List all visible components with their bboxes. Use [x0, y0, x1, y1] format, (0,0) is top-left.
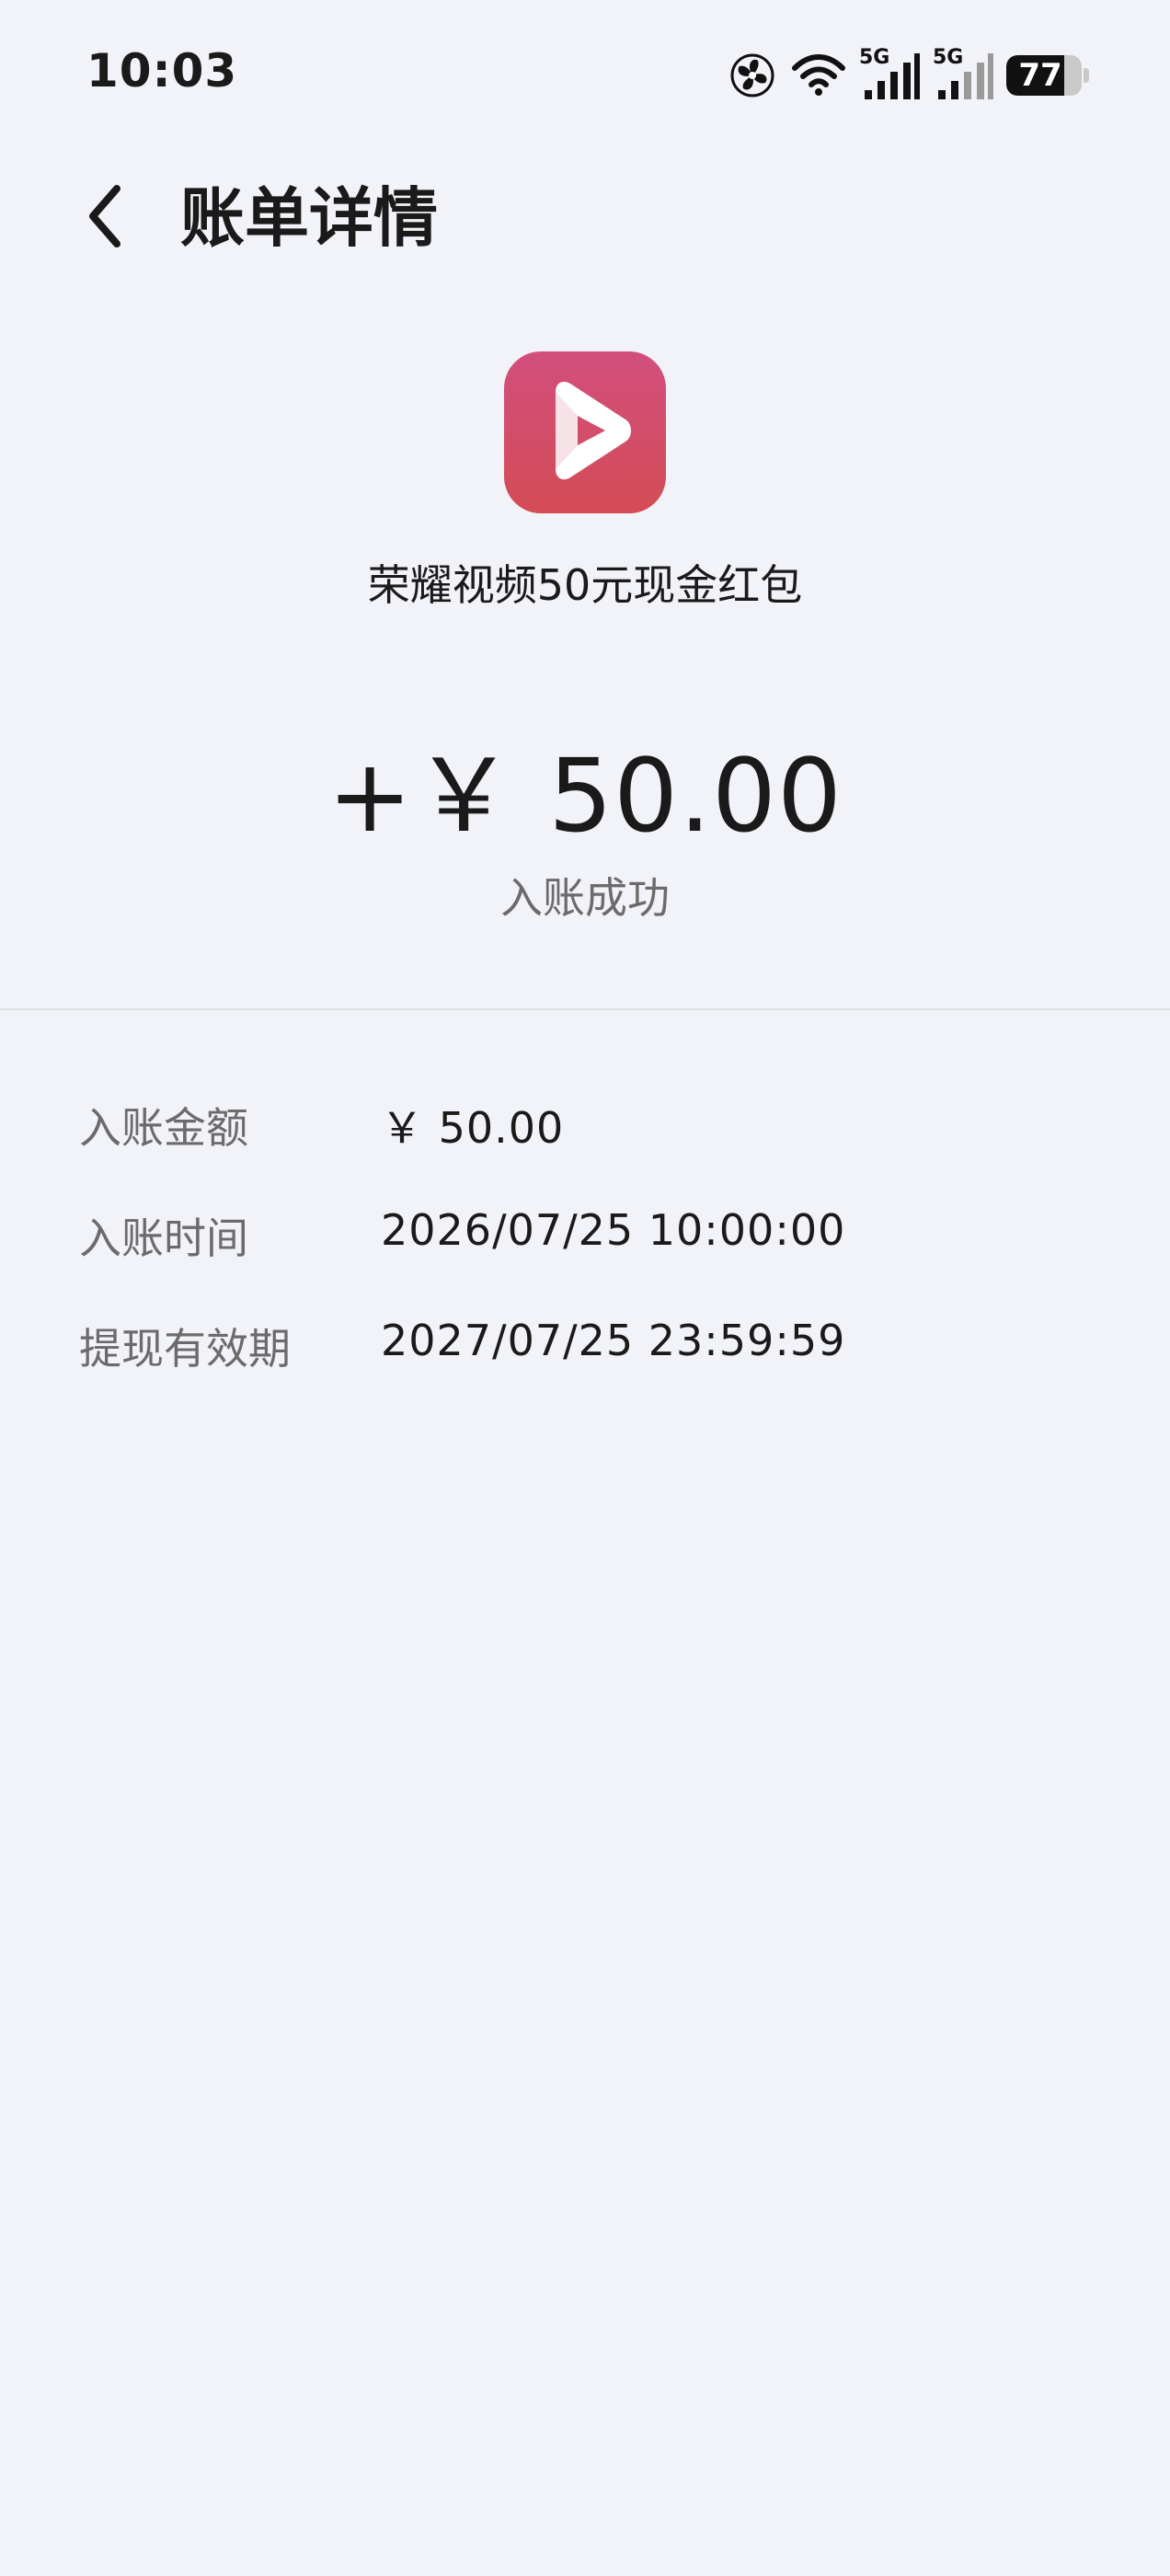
detail-label: 提现有效期 [79, 1324, 291, 1374]
detail-label: 入账时间 [79, 1213, 248, 1263]
status-time: 10:03 [86, 44, 238, 98]
play-video-icon [530, 375, 640, 489]
signal-5g-icon: 5G [933, 46, 993, 99]
wifi-icon [791, 52, 846, 99]
details-list: 入账金额 ￥ 50.00 入账时间 2026/07/25 10:00:00 提现… [0, 1086, 1170, 1417]
divider [0, 1008, 1170, 1010]
detail-value: 2027/07/25 23:59:59 [381, 1316, 846, 1365]
header: 账单详情 [0, 166, 1170, 267]
status-icons: 5G 5G 77 [727, 46, 1089, 101]
transaction-status: 入账成功 [500, 873, 670, 923]
transaction-amount: +￥ 50.00 [327, 737, 843, 855]
signal-5g-icon: 5G [859, 46, 920, 99]
battery-icon: 77 [1006, 55, 1089, 96]
detail-row-validity: 提现有效期 2027/07/25 23:59:59 [0, 1306, 1170, 1417]
detail-value: ￥ 50.00 [381, 1103, 565, 1153]
fan-icon [727, 50, 778, 101]
detail-row-amount: 入账金额 ￥ 50.00 [0, 1086, 1170, 1196]
app-icon [504, 351, 666, 513]
back-button[interactable] [64, 177, 147, 259]
battery-tip [1084, 68, 1089, 83]
detail-label: 入账金额 [79, 1103, 248, 1153]
chevron-left-icon [78, 179, 133, 257]
status-bar: 10:03 5G 5G 77 [0, 0, 1170, 147]
battery-level: 77 [1018, 57, 1062, 94]
page-title: 账单详情 [180, 180, 438, 256]
battery-body: 77 [1006, 55, 1082, 96]
detail-value: 2026/07/25 10:00:00 [381, 1205, 846, 1255]
detail-row-time: 入账时间 2026/07/25 10:00:00 [0, 1196, 1170, 1306]
transaction-title: 荣耀视频50元现金红包 [367, 560, 803, 610]
